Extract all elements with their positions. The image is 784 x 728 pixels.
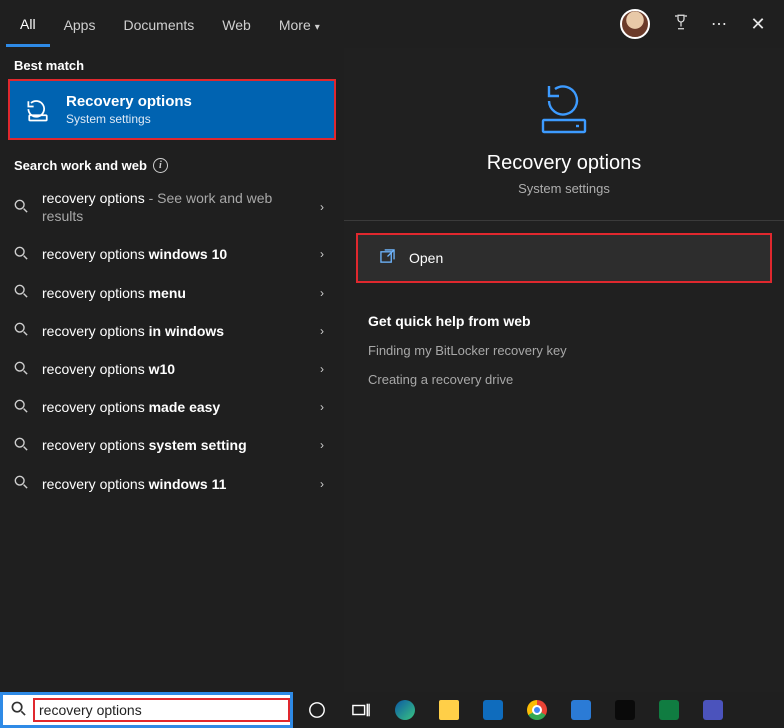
preview-subtitle: System settings xyxy=(368,181,760,196)
preview-pane: Recovery options System settings Open Ge… xyxy=(344,48,784,692)
results-list: Best match Recovery options System setti… xyxy=(0,48,344,692)
search-icon xyxy=(3,701,33,720)
taskbar-app-generic[interactable] xyxy=(603,692,647,728)
help-link[interactable]: Creating a recovery drive xyxy=(368,372,760,387)
preview-title: Recovery options xyxy=(368,152,760,175)
suggestion-row[interactable]: recovery options windows 11 › xyxy=(0,465,344,503)
chevron-down-icon: ▾ xyxy=(315,22,320,33)
user-avatar[interactable] xyxy=(620,9,650,39)
search-icon xyxy=(14,284,30,301)
taskbar-app-explorer[interactable] xyxy=(427,692,471,728)
suggestion-row[interactable]: recovery options windows 10 › xyxy=(0,235,344,273)
search-scope-tabs: All Apps Documents Web More▾ ⋯ ✕ xyxy=(0,0,784,48)
tab-apps[interactable]: Apps xyxy=(50,3,110,45)
search-icon xyxy=(14,437,30,454)
best-match-subtitle: System settings xyxy=(66,112,192,126)
suggestion-text: recovery options menu xyxy=(42,284,308,302)
suggestion-text: recovery options w10 xyxy=(42,360,308,378)
search-icon xyxy=(14,475,30,492)
suggestion-text: recovery options made easy xyxy=(42,398,308,416)
suggestion-text: recovery options - See work and web resu… xyxy=(42,189,308,225)
suggestion-text: recovery options system setting xyxy=(42,436,308,454)
taskbar-app-chrome[interactable] xyxy=(515,692,559,728)
task-view-icon[interactable] xyxy=(339,692,383,728)
search-icon xyxy=(14,246,30,263)
chevron-right-icon[interactable]: › xyxy=(320,438,330,452)
search-icon xyxy=(14,361,30,378)
quick-help-header: Get quick help from web xyxy=(368,313,760,329)
chevron-right-icon[interactable]: › xyxy=(320,247,330,261)
recovery-icon xyxy=(24,96,52,124)
search-work-web-label: Search work and web i xyxy=(0,148,344,179)
search-box[interactable] xyxy=(0,692,293,728)
taskbar xyxy=(293,692,784,728)
rewards-icon[interactable] xyxy=(662,13,700,36)
tab-web[interactable]: Web xyxy=(208,3,265,45)
chevron-right-icon[interactable]: › xyxy=(320,286,330,300)
help-link[interactable]: Finding my BitLocker recovery key xyxy=(368,343,760,358)
best-match-label: Best match xyxy=(0,48,344,79)
chevron-right-icon[interactable]: › xyxy=(320,477,330,491)
suggestion-row[interactable]: recovery options menu › xyxy=(0,274,344,312)
suggestion-row[interactable]: recovery options made easy › xyxy=(0,388,344,426)
search-input[interactable] xyxy=(39,702,284,718)
suggestion-text: recovery options in windows xyxy=(42,322,308,340)
search-icon xyxy=(14,322,30,339)
chevron-right-icon[interactable]: › xyxy=(320,324,330,338)
taskbar-app-edge[interactable] xyxy=(383,692,427,728)
search-icon xyxy=(14,399,30,416)
taskbar-app-outlook[interactable] xyxy=(471,692,515,728)
suggestion-row[interactable]: recovery options system setting › xyxy=(0,426,344,464)
options-icon[interactable]: ⋯ xyxy=(700,14,738,34)
chevron-right-icon[interactable]: › xyxy=(320,200,330,214)
suggestion-text: recovery options windows 10 xyxy=(42,245,308,263)
search-icon xyxy=(14,199,30,216)
info-icon[interactable]: i xyxy=(153,158,168,173)
best-match-title: Recovery options xyxy=(66,93,192,110)
taskbar-app-teams[interactable] xyxy=(691,692,735,728)
suggestion-text: recovery options windows 11 xyxy=(42,475,308,493)
tab-more[interactable]: More▾ xyxy=(265,3,334,45)
tab-all[interactable]: All xyxy=(6,2,50,47)
best-match-result[interactable]: Recovery options System settings xyxy=(8,79,336,140)
close-button[interactable]: ✕ xyxy=(738,14,778,35)
suggestion-row[interactable]: recovery options in windows › xyxy=(0,312,344,350)
taskbar-app-store[interactable] xyxy=(559,692,603,728)
taskbar-app-excel[interactable] xyxy=(647,692,691,728)
tab-documents[interactable]: Documents xyxy=(109,3,208,45)
chevron-right-icon[interactable]: › xyxy=(320,362,330,376)
suggestion-row[interactable]: recovery options w10 › xyxy=(0,350,344,388)
chevron-right-icon[interactable]: › xyxy=(320,400,330,414)
recovery-large-icon xyxy=(534,82,594,134)
open-action[interactable]: Open xyxy=(356,233,772,283)
open-label: Open xyxy=(409,250,443,266)
cortana-circle-icon[interactable] xyxy=(295,692,339,728)
suggestion-row[interactable]: recovery options - See work and web resu… xyxy=(0,179,344,235)
open-icon xyxy=(380,249,395,267)
